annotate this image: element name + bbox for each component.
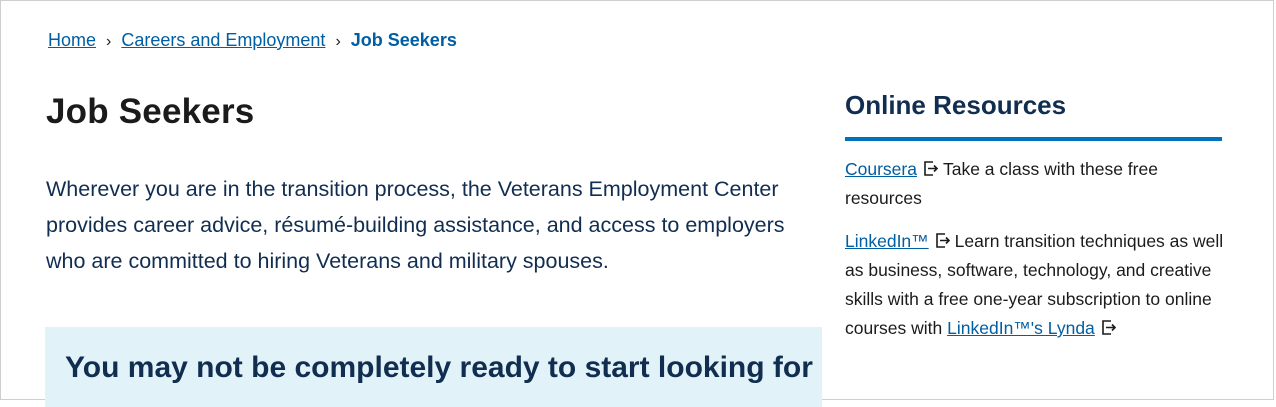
- breadcrumb-home-link[interactable]: Home: [48, 30, 96, 50]
- linkedin-link[interactable]: LinkedIn™: [845, 231, 929, 251]
- breadcrumb-current: Job Seekers: [350, 30, 457, 50]
- resource-item-linkedin: LinkedIn™ Learn transition techniques as …: [845, 227, 1225, 343]
- external-link-icon: [1101, 320, 1116, 335]
- resource-item-coursera: Coursera Take a class with these free res…: [845, 155, 1225, 213]
- external-link-icon: [924, 161, 939, 176]
- callout-heading: You may not be completely ready to start…: [65, 351, 813, 384]
- linkedin-lynda-link[interactable]: LinkedIn™'s Lynda: [947, 318, 1095, 338]
- online-resources-sidebar: Online Resources Coursera Take a class wi…: [845, 90, 1225, 343]
- callout-box: You may not be completely ready to start…: [45, 327, 822, 407]
- external-link-icon: [935, 233, 950, 248]
- intro-text: Wherever you are in the transition proce…: [46, 177, 785, 273]
- breadcrumb: Home › Careers and Employment › Job Seekers: [48, 30, 457, 51]
- page-title: Job Seekers: [46, 92, 255, 131]
- breadcrumb-separator: ›: [335, 33, 341, 50]
- breadcrumb-careers-link[interactable]: Careers and Employment: [121, 30, 325, 50]
- coursera-link[interactable]: Coursera: [845, 159, 917, 179]
- sidebar-title: Online Resources: [845, 90, 1222, 141]
- breadcrumb-separator: ›: [106, 33, 112, 50]
